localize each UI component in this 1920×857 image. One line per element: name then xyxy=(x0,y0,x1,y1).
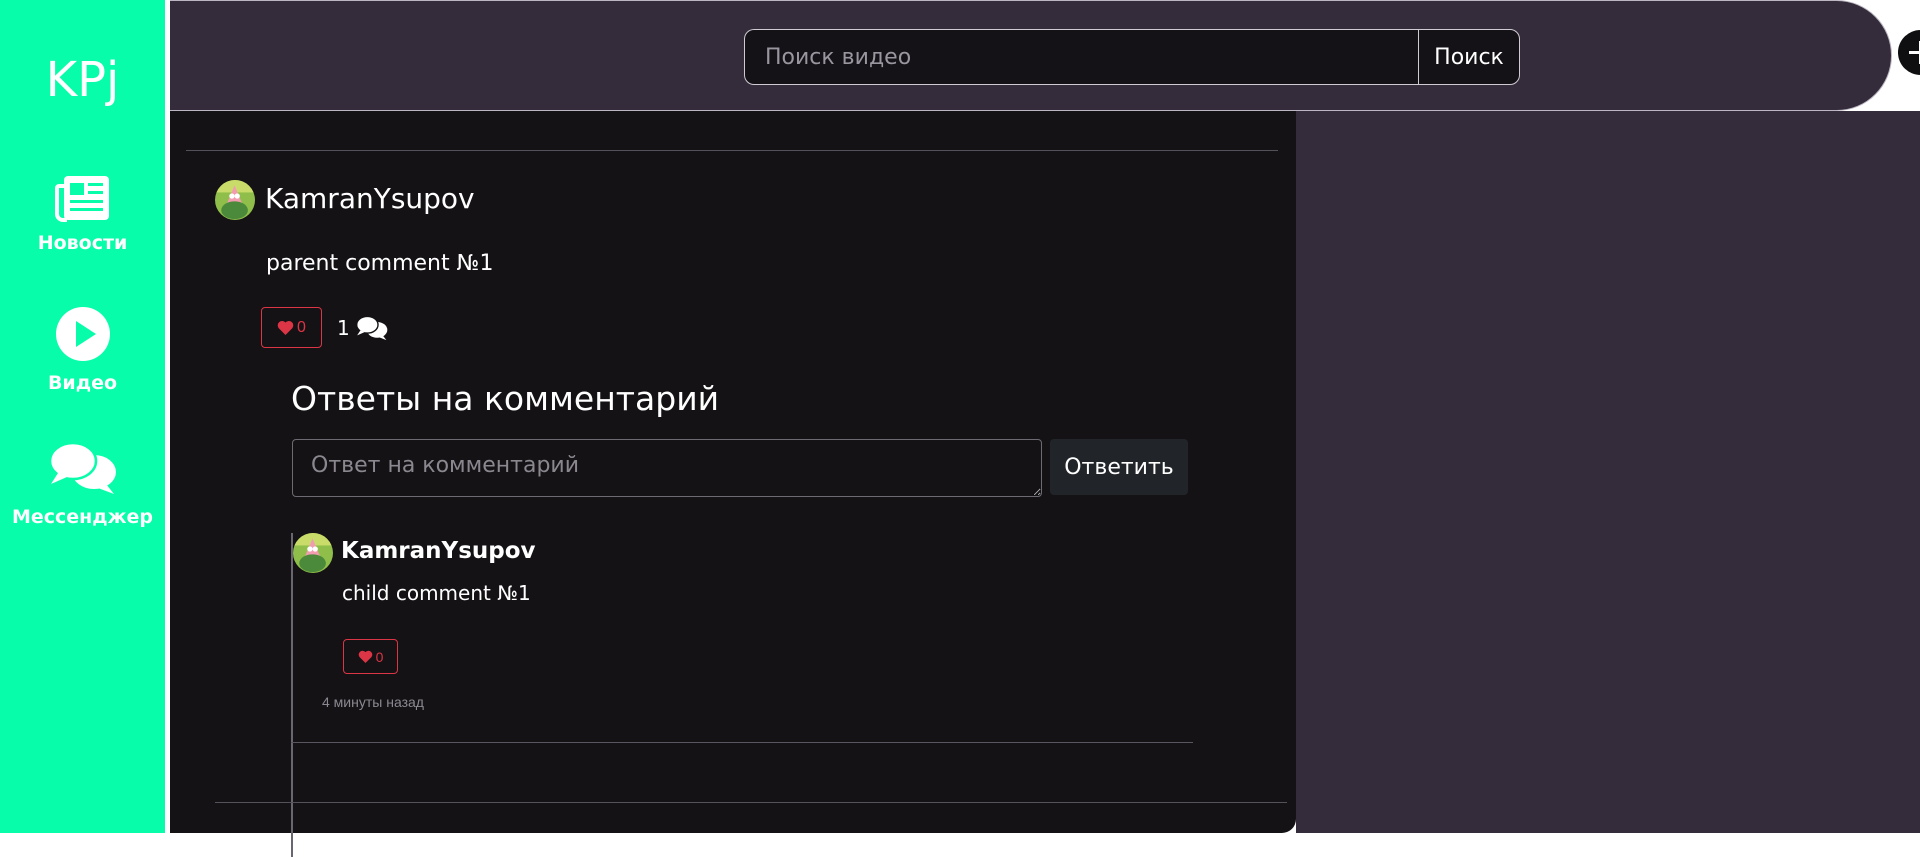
replies-heading: Ответы на комментарий xyxy=(291,379,720,418)
divider xyxy=(215,802,1287,803)
sidebar: KPj Новости Видео Мессенджер xyxy=(0,0,165,833)
sidebar-item-messenger[interactable]: Мессенджер xyxy=(0,440,165,528)
comment-text: parent comment №1 xyxy=(266,251,494,276)
logo[interactable]: KPj xyxy=(0,50,165,110)
newspaper-icon xyxy=(54,176,109,222)
search-form: Поиск xyxy=(744,29,1520,85)
sidebar-item-label: Видео xyxy=(47,372,118,394)
child-comment-thread-line xyxy=(291,533,293,857)
child-like-button[interactable]: 0 xyxy=(343,639,398,674)
child-comment-author-avatar[interactable] xyxy=(293,533,333,573)
like-button[interactable]: 0 xyxy=(261,307,322,348)
comments-panel: KamranYsupov parent comment №1 0 1 Ответ… xyxy=(170,111,1296,857)
child-comment-text: child comment №1 xyxy=(342,581,531,605)
top-header: Поиск xyxy=(170,0,1920,111)
comment-author-avatar[interactable] xyxy=(215,180,255,220)
heart-icon xyxy=(358,650,372,663)
child-comment-author[interactable]: KamranYsupov xyxy=(341,538,536,564)
comment-author[interactable]: KamranYsupov xyxy=(265,182,475,215)
chat-bubbles-icon xyxy=(48,441,116,494)
play-circle-icon xyxy=(55,307,110,361)
replies-count: 1 xyxy=(337,316,350,340)
sidebar-item-label: Новости xyxy=(37,232,128,254)
search-button[interactable]: Поиск xyxy=(1418,29,1520,85)
right-panel xyxy=(1296,111,1920,833)
like-count: 0 xyxy=(297,318,306,336)
chat-bubbles-icon xyxy=(355,315,388,341)
replies-toggle[interactable]: 1 xyxy=(337,315,389,341)
plus-icon xyxy=(1909,41,1920,64)
comment-timestamp: 4 минуты назад xyxy=(322,694,424,710)
add-button[interactable] xyxy=(1898,30,1920,75)
like-count: 0 xyxy=(375,648,384,665)
sidebar-item-video[interactable]: Видео xyxy=(0,306,165,394)
heart-icon xyxy=(277,320,294,335)
search-input[interactable] xyxy=(744,29,1418,85)
divider xyxy=(291,742,1193,743)
sidebar-item-news[interactable]: Новости xyxy=(0,174,165,254)
reply-submit-button[interactable]: Ответить xyxy=(1050,439,1188,495)
divider xyxy=(186,150,1278,151)
reply-input[interactable] xyxy=(292,439,1042,497)
sidebar-item-label: Мессенджер xyxy=(11,506,154,528)
